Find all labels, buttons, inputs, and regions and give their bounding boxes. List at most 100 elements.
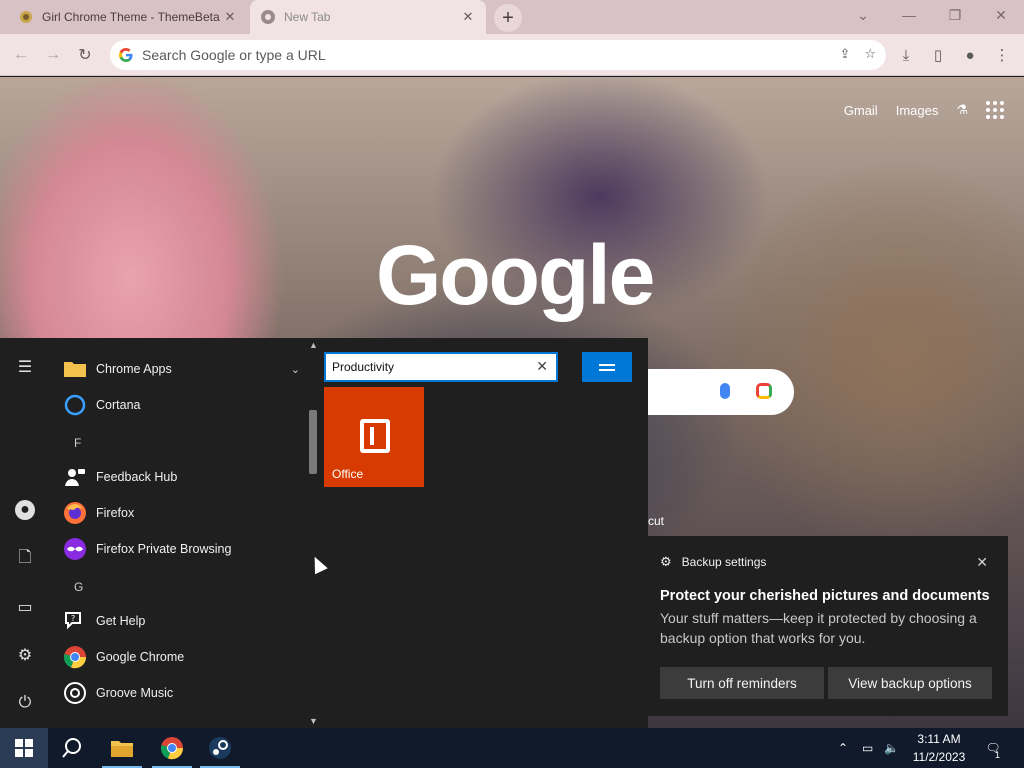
app-list: Chrome Apps ⌄ Cortana F Feedback Hub Fir… xyxy=(50,338,306,728)
firefox-private-icon xyxy=(62,536,88,562)
chrome-icon xyxy=(62,644,88,670)
show-hidden-icons[interactable]: ⌃ xyxy=(838,728,848,768)
restore-icon[interactable]: ❐ xyxy=(932,0,978,30)
list-item-chrome-apps[interactable]: Chrome Apps ⌄ xyxy=(62,354,306,384)
app-list-scrollbar[interactable]: ▲ ▼ xyxy=(306,338,320,728)
shortcut-label-fragment[interactable]: cut xyxy=(648,514,664,528)
app-label: Firefox Private Browsing xyxy=(96,542,232,556)
groove-music-icon xyxy=(62,680,88,706)
documents-icon[interactable]: 🗋 xyxy=(14,548,36,570)
gmail-link[interactable]: Gmail xyxy=(844,103,878,118)
notification-count: 1 xyxy=(995,750,1001,760)
start-rail: ☰ ● 🗋 ▭ ⚙ ⏻ xyxy=(0,338,50,728)
mic-icon[interactable] xyxy=(720,383,730,399)
settings-gear-icon: ⚙ xyxy=(660,554,672,569)
scroll-up-icon[interactable]: ▲ xyxy=(309,340,318,350)
close-icon[interactable]: ✕ xyxy=(976,554,988,571)
chrome-favicon-icon xyxy=(260,9,276,25)
labs-flask-icon[interactable]: ⚗ xyxy=(956,102,968,118)
search-box[interactable] xyxy=(640,369,794,415)
chrome-icon xyxy=(161,737,184,760)
steam-icon xyxy=(209,737,231,759)
minimize-icon[interactable]: — xyxy=(886,0,932,30)
back-icon[interactable]: ← xyxy=(8,42,34,68)
get-help-icon: ? xyxy=(62,608,88,634)
omnibox-placeholder: Search Google or type a URL xyxy=(142,47,326,63)
settings-icon[interactable]: ⚙ xyxy=(14,644,36,666)
apps-grid-icon[interactable] xyxy=(986,101,1004,119)
notifications-button[interactable]: 🗨 1 xyxy=(982,728,1004,768)
scroll-thumb[interactable] xyxy=(309,410,317,474)
app-label: Cortana xyxy=(96,398,141,412)
file-explorer-icon xyxy=(111,741,133,757)
toast-title: Protect your cherished pictures and docu… xyxy=(660,588,990,604)
list-item-google-chrome[interactable]: Google Chrome xyxy=(62,642,306,672)
star-icon[interactable]: ☆ xyxy=(864,46,876,62)
side-panel-icon[interactable]: ▯ xyxy=(929,46,947,64)
letter-header-f[interactable]: F xyxy=(74,436,81,450)
close-window-icon[interactable]: ✕ xyxy=(978,0,1024,30)
search-button[interactable] xyxy=(48,728,96,768)
group-name-input[interactable]: Productivity ✕ xyxy=(324,352,558,382)
tile-label: Office xyxy=(332,467,364,481)
profile-icon[interactable]: ● xyxy=(961,46,979,64)
network-icon[interactable]: ▭ xyxy=(862,728,873,768)
start-button[interactable] xyxy=(0,728,48,768)
reload-icon[interactable]: ↻ xyxy=(72,42,98,68)
clock-date: 11/2/2023 xyxy=(912,750,966,764)
google-lens-icon[interactable] xyxy=(756,383,772,399)
chrome-taskbar-button[interactable] xyxy=(148,728,196,768)
feedback-hub-icon xyxy=(62,464,88,490)
tab-strip: Girl Chrome Theme - ThemeBeta ✕ New Tab … xyxy=(0,0,1024,34)
office-icon xyxy=(360,419,390,453)
tab-search-icon[interactable]: ⌄ xyxy=(840,0,886,30)
chevron-down-icon: ⌄ xyxy=(290,363,300,376)
folder-icon xyxy=(62,356,88,382)
menu-icon[interactable]: ⋮ xyxy=(993,46,1011,64)
app-label: Feedback Hub xyxy=(96,470,178,484)
cortana-icon xyxy=(62,392,88,418)
file-explorer-button[interactable] xyxy=(98,728,146,768)
app-label: Firefox xyxy=(96,506,135,520)
turn-off-reminders-button[interactable]: Turn off reminders xyxy=(660,667,824,699)
download-icon[interactable]: ⤓ xyxy=(897,46,915,64)
list-item-feedback-hub[interactable]: Feedback Hub xyxy=(62,462,306,492)
group-handle-button[interactable] xyxy=(582,352,632,382)
tab-close-icon[interactable]: ✕ xyxy=(222,9,238,25)
pictures-icon[interactable]: ▭ xyxy=(14,596,36,618)
svg-text:?: ? xyxy=(71,614,75,623)
taskbar: ⌃ ▭ 🔈 3:11 AM 11/2/2023 🗨 1 xyxy=(0,728,1024,768)
tab-themebeta[interactable]: Girl Chrome Theme - ThemeBeta ✕ xyxy=(8,0,248,34)
steam-taskbar-button[interactable] xyxy=(196,728,244,768)
user-icon[interactable]: ● xyxy=(15,500,35,520)
tab-title: New Tab xyxy=(284,10,331,24)
toast-header: Backup settings xyxy=(681,555,767,569)
start-icon xyxy=(15,739,33,757)
app-label: Get Help xyxy=(96,614,146,628)
forward-icon[interactable]: → xyxy=(40,42,66,68)
volume-muted-icon[interactable]: 🔈 xyxy=(884,728,899,768)
list-item-firefox[interactable]: Firefox xyxy=(62,498,306,528)
app-label: Google Chrome xyxy=(96,650,185,664)
list-item-groove-music[interactable]: Groove Music xyxy=(62,678,306,708)
letter-header-g[interactable]: G xyxy=(74,580,83,594)
clear-icon[interactable]: ✕ xyxy=(536,358,548,375)
images-link[interactable]: Images xyxy=(896,103,939,118)
power-icon[interactable]: ⏻ xyxy=(14,692,36,714)
view-backup-options-button[interactable]: View backup options xyxy=(828,667,992,699)
new-tab-button[interactable]: + xyxy=(494,4,522,32)
list-item-cortana[interactable]: Cortana xyxy=(62,390,306,420)
scroll-down-icon[interactable]: ▼ xyxy=(309,716,318,726)
share-icon[interactable]: ⇪ xyxy=(839,46,850,62)
list-item-firefox-private[interactable]: Firefox Private Browsing xyxy=(62,534,306,564)
search-icon xyxy=(62,738,81,758)
backup-notification: ⚙ Backup settings ✕ Protect your cherish… xyxy=(648,536,1008,716)
list-item-get-help[interactable]: ? Get Help xyxy=(62,606,306,636)
tile-office[interactable]: Office xyxy=(324,387,424,487)
taskbar-clock[interactable]: 3:11 AM 11/2/2023 xyxy=(905,730,973,766)
tab-new-tab[interactable]: New Tab ✕ xyxy=(250,0,486,34)
tab-close-icon[interactable]: ✕ xyxy=(460,9,476,25)
toast-body: Your stuff matters—keep it protected by … xyxy=(660,610,977,646)
omnibox[interactable]: Search Google or type a URL ⇪ ☆ xyxy=(110,40,886,70)
hamburger-icon[interactable]: ☰ xyxy=(14,356,36,378)
